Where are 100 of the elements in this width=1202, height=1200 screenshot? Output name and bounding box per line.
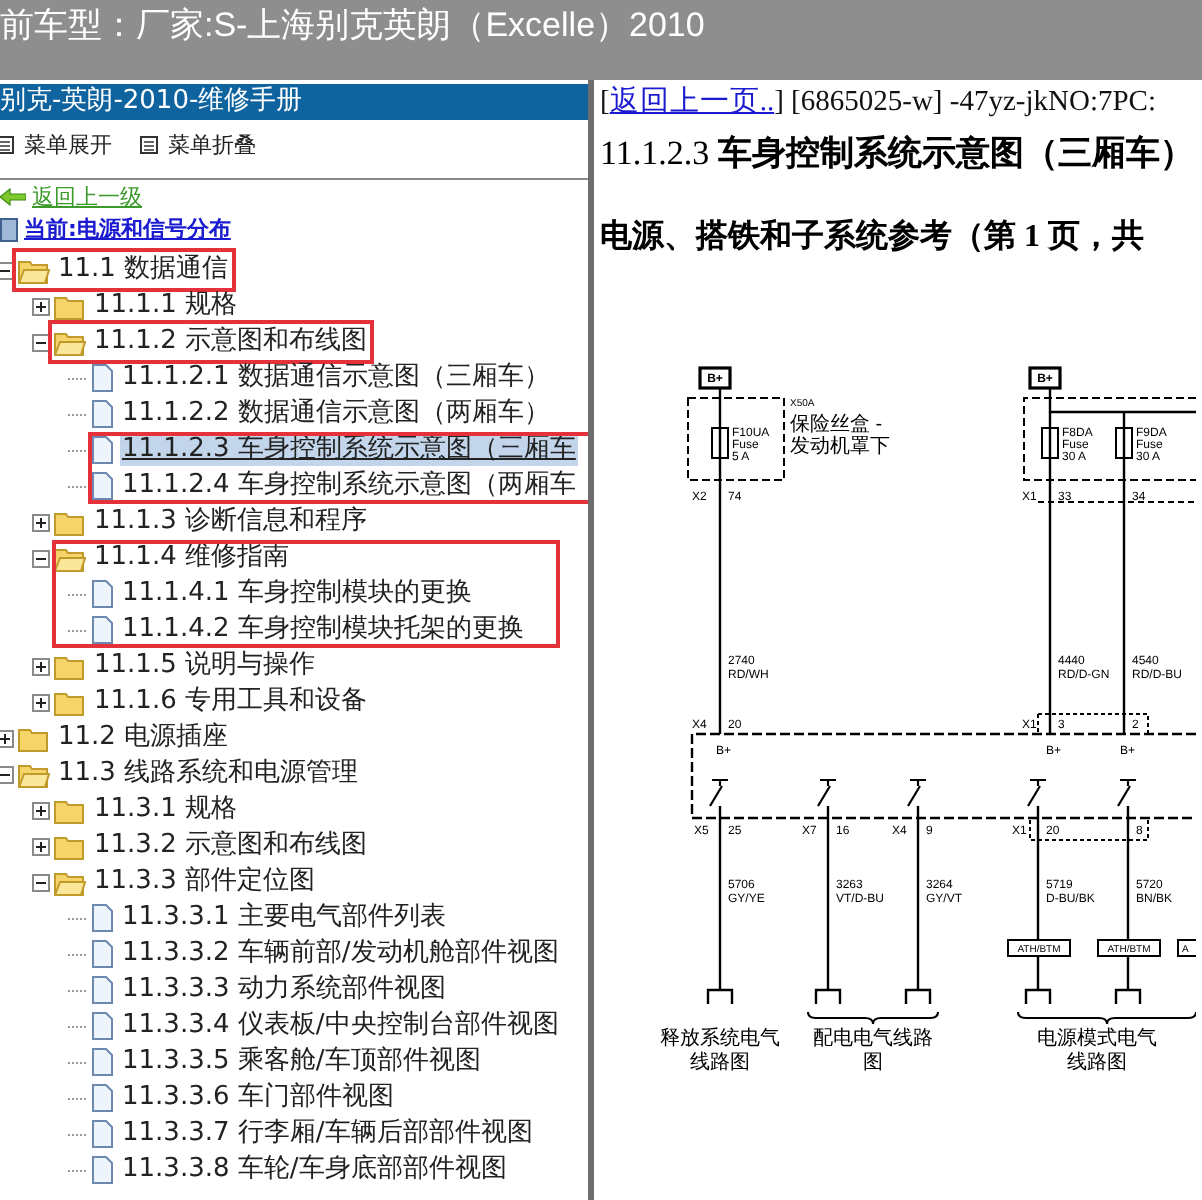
document-icon <box>90 1084 114 1112</box>
document-icon <box>90 976 114 1004</box>
back-page-link[interactable]: 返回上一页.. <box>609 86 775 118</box>
connector-outline <box>1029 819 1149 841</box>
document-icon <box>90 472 114 500</box>
terminal-symbol <box>706 988 734 1004</box>
tree-item[interactable]: 11.3.3 部件定位图 <box>92 866 317 898</box>
document-icon <box>90 400 114 428</box>
tree-item[interactable]: 11.1.2.1 数据通信示意图（三厢车） <box>120 362 552 394</box>
supply-box <box>1028 366 1062 390</box>
open-folder-icon <box>54 545 86 571</box>
folder-icon <box>18 725 50 751</box>
sidebar-header: 别克-英朗-2010-维修手册 <box>0 84 588 120</box>
reference-label: 线路图 <box>690 1052 750 1074</box>
document-icon <box>90 1012 114 1040</box>
tree-item[interactable]: 11.3.3.3 动力系统部件视图 <box>120 974 448 1006</box>
switch-symbol <box>1026 778 1048 808</box>
expand-icon[interactable] <box>32 513 50 531</box>
switch-symbol <box>906 778 928 808</box>
document-icon <box>90 1120 114 1148</box>
tree-item[interactable]: 11.3.3.1 主要电气部件列表 <box>120 902 448 934</box>
toolbar-button[interactable]: 菜单展开 <box>0 129 112 159</box>
tree-item[interactable]: 11.3.3.8 车轮/车身底部部件视图 <box>120 1154 509 1186</box>
folder-icon <box>54 689 86 715</box>
tree-item[interactable]: 11.3.3.7 行李厢/车辆后部部件视图 <box>120 1118 535 1150</box>
tree-item[interactable]: 11.1.4.1 车身控制模块的更换 <box>120 578 474 610</box>
tree-item[interactable]: 11.1.4.2 车身控制模块托架的更换 <box>120 614 526 646</box>
folder-icon <box>54 293 86 319</box>
collapse-icon[interactable] <box>32 333 50 351</box>
back-link[interactable]: 返回上一级 <box>32 182 142 212</box>
fuse-symbol <box>1115 427 1133 459</box>
tree-item[interactable]: 11.3.1 规格 <box>92 794 239 826</box>
reference-label: 线路图 <box>1067 1052 1127 1074</box>
tree-item[interactable]: 11.1.2.2 数据通信示意图（两厢车） <box>120 398 552 430</box>
collapse-icon[interactable] <box>32 549 50 567</box>
tree-item[interactable]: 11.3.3.6 车门部件视图 <box>120 1082 396 1114</box>
expand-icon[interactable] <box>32 297 50 315</box>
tree-item[interactable]: 11.1.6 专用工具和设备 <box>92 686 369 718</box>
supply-box <box>698 366 732 390</box>
folder-icon <box>54 509 86 535</box>
open-folder-icon <box>18 257 50 283</box>
switch-symbol <box>1116 778 1138 808</box>
terminal-symbol <box>904 988 932 1004</box>
collapse-all-icon <box>140 135 158 153</box>
expand-icon[interactable] <box>32 657 50 675</box>
location-label: 发动机罩下 <box>790 436 890 458</box>
tree-item[interactable]: 11.3.2 示意图和布线图 <box>92 830 369 862</box>
collapse-icon[interactable] <box>0 765 14 783</box>
switch-symbol <box>708 778 730 808</box>
tree-item[interactable]: 11.1.4 维修指南 <box>92 542 291 574</box>
reference-label: 电源模式电气 <box>1037 1028 1157 1050</box>
fuse-symbol <box>1041 427 1059 459</box>
document-icon <box>90 1048 114 1076</box>
document-title: 11.1.2.3 车身控制系统示意图（三厢车） <box>600 132 1196 176</box>
expand-icon[interactable] <box>32 837 50 855</box>
document-icon <box>90 1156 114 1184</box>
document-icon <box>90 904 114 932</box>
module-box <box>1007 939 1071 957</box>
tree-item[interactable]: 11.1.3 诊断信息和程序 <box>92 506 369 538</box>
tree-item[interactable]: 11.1.2 示意图和布线图 <box>92 326 369 358</box>
brace-line <box>807 1011 939 1025</box>
expand-icon[interactable] <box>32 801 50 819</box>
tree-item[interactable]: 11.1.5 说明与操作 <box>92 650 317 682</box>
fuse-block-outline <box>687 397 785 481</box>
tree-item[interactable]: 11.3.3.5 乘客舱/车顶部件视图 <box>120 1046 483 1078</box>
expand-icon[interactable] <box>0 729 14 747</box>
tree-item[interactable]: 11.1.2.4 车身控制系统示意图（两厢车 <box>120 470 578 502</box>
tree-item[interactable]: 11.3.3.2 车辆前部/发动机舱部件视图 <box>120 938 561 970</box>
bracket-text: [ <box>600 86 610 118</box>
terminal-symbol <box>1024 988 1052 1004</box>
document-icon <box>90 580 114 608</box>
back-arrow-icon <box>0 188 26 206</box>
diagram-heading: 电源、搭铁和子系统参考（第 1 页，共 <box>600 216 1146 258</box>
switch-symbol <box>816 778 838 808</box>
reference-label: 配电电气线路 <box>813 1028 933 1050</box>
module-box <box>1097 939 1161 957</box>
document-reference: ] [6865025-w] -47yz-jkNO:7PC: <box>774 86 1156 118</box>
open-folder-icon <box>54 869 86 895</box>
current-location: 当前:电源和信号分布 <box>24 214 231 244</box>
tree-item[interactable]: 11.2 电源插座 <box>56 722 231 754</box>
document-icon <box>90 940 114 968</box>
folder-icon <box>54 797 86 823</box>
toolbar-button[interactable]: 菜单折叠 <box>140 129 256 159</box>
open-folder-icon <box>54 329 86 355</box>
reference-label: 释放系统电气 <box>660 1028 780 1050</box>
folder-icon <box>54 833 86 859</box>
module-box <box>1177 939 1196 957</box>
tree-item[interactable]: 11.3.3.4 仪表板/中央控制台部件视图 <box>120 1010 561 1042</box>
expand-icon[interactable] <box>32 693 50 711</box>
tree-item[interactable]: 11.3 线路系统和电源管理 <box>56 758 361 790</box>
tree-item[interactable]: 11.1.1 规格 <box>92 290 239 322</box>
window-title: 前车型：厂家:S-上海别克英朗（Excelle）2010 <box>0 4 705 48</box>
collapse-icon[interactable] <box>32 873 50 891</box>
document-icon <box>90 436 114 464</box>
location-label: 保险丝盒 - <box>790 414 883 436</box>
terminal-symbol <box>814 988 842 1004</box>
tree-item[interactable]: 11.1 数据通信 <box>56 254 231 286</box>
page-icon <box>0 217 18 241</box>
document-icon <box>90 364 114 392</box>
connector-outline <box>1037 713 1149 735</box>
